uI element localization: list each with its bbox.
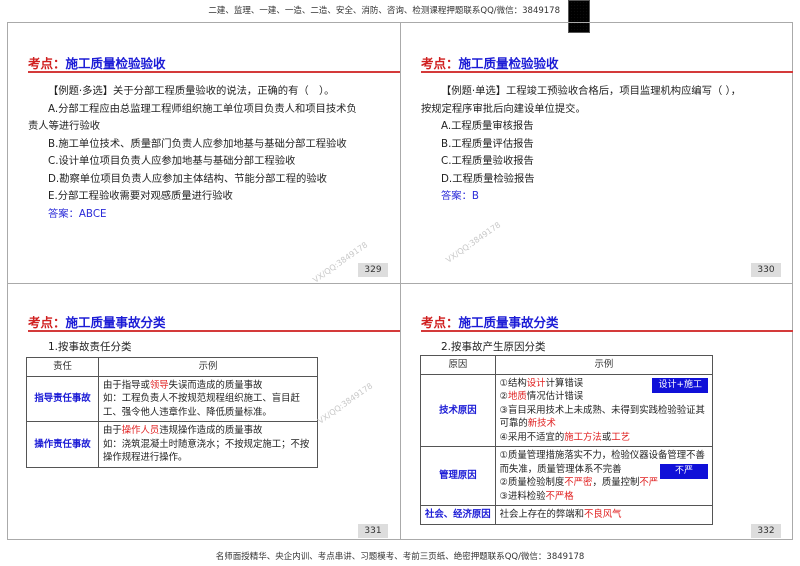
column-header: 责任 <box>26 357 99 377</box>
option-c: C.工程质量验收报告 <box>441 155 534 167</box>
watermark: VX/QQ:3849178 <box>444 220 503 265</box>
text: 社会上存在的弊端和 <box>499 509 585 520</box>
title-prefix: 考点： <box>421 56 459 71</box>
answer: 答案：B <box>441 190 479 202</box>
title-text: 施工质量检验验收 <box>458 56 559 71</box>
row-key: 指导责任事故 <box>26 375 99 422</box>
highlight: 不严格 <box>545 490 574 502</box>
title-prefix: 考点： <box>421 315 459 330</box>
title-text: 施工质量事故分类 <box>458 315 559 330</box>
text: 如：工程负责人不按规范规程组织施工、盲目赶工、强令他人违章作业、降低质量标准。 <box>103 393 300 418</box>
table-row: 社会、经济原因 社会上存在的弊端和不良风气 <box>420 505 714 525</box>
slide-331: 考点：施工质量事故分类 1.按事故责任分类 责任 示例 指导责任事故 由于指导或领… <box>8 284 400 544</box>
text: ，质量控制 <box>592 477 640 488</box>
table-row: 技术原因 设计+施工 ①结构设计计算错误 ②地质情况估计错误 ③盲目采用技术上未… <box>420 373 714 447</box>
table-header-row: 责任 示例 <box>26 357 318 377</box>
column-header: 原因 <box>420 355 496 375</box>
option-b: B.工程质量评估报告 <box>441 137 534 150</box>
title-prefix: 考点： <box>28 315 66 330</box>
option-d: D.勘察单位项目负责人应参加主体结构、节能分部工程的验收 <box>48 172 327 185</box>
question-text-cont: 按规定程序审批后向建设单位提交。 <box>421 102 586 115</box>
tag-badge: 不严 <box>660 463 708 479</box>
title-text: 施工质量事故分类 <box>65 315 166 330</box>
row-example: ①质量管理措施落实不力，检验仪器设备管理不善而失准，质量管理体系不完善 不严 ②质… <box>494 446 714 506</box>
slide-329: 考点：施工质量检验验收 【例题·多选】关于分部工程质量验收的说法，正确的有（ ）… <box>8 23 400 285</box>
row-key: 管理原因 <box>420 446 496 506</box>
highlight: 不严 <box>639 477 659 488</box>
column-header: 示例 <box>494 355 714 375</box>
highlight: 地质 <box>508 391 527 402</box>
slide-330: 考点：施工质量检验验收 【例题·单选】工程竣工预验收合格后，项目监理机构应编写（… <box>401 23 793 283</box>
answer: 答案：ABCE <box>48 207 107 220</box>
watermark: VX/QQ:3849178 <box>316 381 375 426</box>
title-prefix: 考点： <box>28 56 66 71</box>
highlight: 领导 <box>149 379 169 391</box>
column-header: 示例 <box>98 357 318 377</box>
option-c: C.设计单位项目负责人应参加地基与基础分部工程验收 <box>48 155 296 167</box>
highlight: 新技术 <box>527 418 556 429</box>
question-body: 【例题·多选】关于分部工程质量验收的说法，正确的有（ ）。 A.分部工程应由总监… <box>28 83 390 223</box>
row-key: 社会、经济原因 <box>420 505 496 525</box>
highlight: 施工方法 <box>564 431 602 443</box>
text: ②质量检验制度 <box>499 477 565 488</box>
text: 情况估计错误 <box>526 391 584 402</box>
section-subtitle: 2.按事故产生原因分类 <box>441 341 546 353</box>
row-example: 由于操作人员违规操作造成的质量事故如：浇筑混凝土时随意浇水；不按规定施工；不按操… <box>98 421 318 468</box>
row-example: 设计+施工 ①结构设计计算错误 ②地质情况估计错误 ③盲目采用技术上未成熟、未得… <box>494 373 714 447</box>
responsibility-table: 责任 示例 指导责任事故 由于指导或领导失误而造成的质量事故如：工程负责人不按规范… <box>26 357 318 468</box>
text: ①结构 <box>499 377 527 389</box>
slide-332: 考点：施工质量事故分类 2.按事故产生原因分类 原因 示例 技术原因 设计+施工 … <box>401 284 793 544</box>
highlight: 不严密 <box>564 477 593 488</box>
title-underline <box>421 330 793 332</box>
page-number: 331 <box>358 524 388 538</box>
page-number: 332 <box>751 524 781 538</box>
highlight: 操作人员 <box>121 425 160 436</box>
table-row: 指导责任事故 由于指导或领导失误而造成的质量事故如：工程负责人不按规范规程组织施… <box>26 375 318 422</box>
question-body: 【例题·单选】工程竣工预验收合格后，项目监理机构应编写（ ）， 按规定程序审批后… <box>421 83 783 206</box>
highlight: 工艺 <box>611 431 630 443</box>
slide-title: 考点：施工质量检验验收 <box>421 53 559 72</box>
text: 计算错误 <box>545 377 584 389</box>
page-number: 330 <box>751 263 781 277</box>
question-text: 【例题·多选】关于分部工程质量验收的说法，正确的有（ ）。 <box>48 85 335 97</box>
row-key: 技术原因 <box>420 373 496 447</box>
cause-table: 原因 示例 技术原因 设计+施工 ①结构设计计算错误 ②地质情况估计错误 ③盲目采… <box>420 355 714 525</box>
text: 由于 <box>103 425 122 436</box>
row-key: 操作责任事故 <box>26 421 99 468</box>
option-e: E.分部工程验收需要对观感质量进行验收 <box>48 190 233 202</box>
tag-badge: 设计+施工 <box>652 377 708 393</box>
text: 或 <box>601 431 612 443</box>
slide-title: 考点：施工质量事故分类 <box>28 312 166 331</box>
footer-banner: 名师面授精华、央企内训、考点串讲、习题模考、考前三页纸、绝密押题联系QQ/微信：… <box>215 552 585 562</box>
option-a-cont: 责人等进行验收 <box>28 120 101 132</box>
option-d: D.工程质量检验报告 <box>441 172 535 185</box>
section-subtitle: 1.按事故责任分类 <box>48 341 132 353</box>
row-example: 由于指导或领导失误而造成的质量事故如：工程负责人不按规范规程组织施工、盲目赶工、… <box>98 375 318 422</box>
text: ③进料检验 <box>499 490 546 502</box>
option-b: B.施工单位技术、质量部门负责人应参加地基与基础分部工程验收 <box>48 137 347 150</box>
text: 如：浇筑混凝土时随意浇水；不按规定施工；不按操作规程进行操作。 <box>103 438 310 464</box>
page-number: 329 <box>358 263 388 277</box>
table-header-row: 原因 示例 <box>420 355 714 375</box>
text: 违规操作造成的质量事故 <box>159 425 263 436</box>
slide-title: 考点：施工质量检验验收 <box>28 53 166 72</box>
title-underline <box>28 71 400 73</box>
option-a: A.工程质量审核报告 <box>441 120 534 132</box>
question-text: 【例题·单选】工程竣工预验收合格后，项目监理机构应编写（ ）， <box>441 85 742 97</box>
row-example: 社会上存在的弊端和不良风气 <box>494 505 714 525</box>
header-banner: 二建、监理、一建、一造、二造、安全、消防、咨询、检测课程押题联系QQ/微信：38… <box>208 6 560 16</box>
table-row: 操作责任事故 由于操作人员违规操作造成的质量事故如：浇筑混凝土时随意浇水；不按规… <box>26 421 318 468</box>
highlight: 设计 <box>526 377 546 389</box>
highlight: 不良风气 <box>584 509 622 520</box>
title-underline <box>28 330 400 332</box>
title-text: 施工质量检验验收 <box>65 56 166 71</box>
text: ② <box>499 391 509 402</box>
text: 失误而造成的质量事故 <box>168 379 263 391</box>
option-a: A.分部工程应由总监理工程师组织施工单位项目负责人和项目技术负 <box>48 102 357 115</box>
slide-title: 考点：施工质量事故分类 <box>421 312 559 331</box>
title-underline <box>421 71 793 73</box>
table-row: 管理原因 ①质量管理措施落实不力，检验仪器设备管理不善而失准，质量管理体系不完善… <box>420 446 714 506</box>
text: 由于指导或 <box>103 379 150 391</box>
text: ④采用不适宜的 <box>499 431 565 443</box>
